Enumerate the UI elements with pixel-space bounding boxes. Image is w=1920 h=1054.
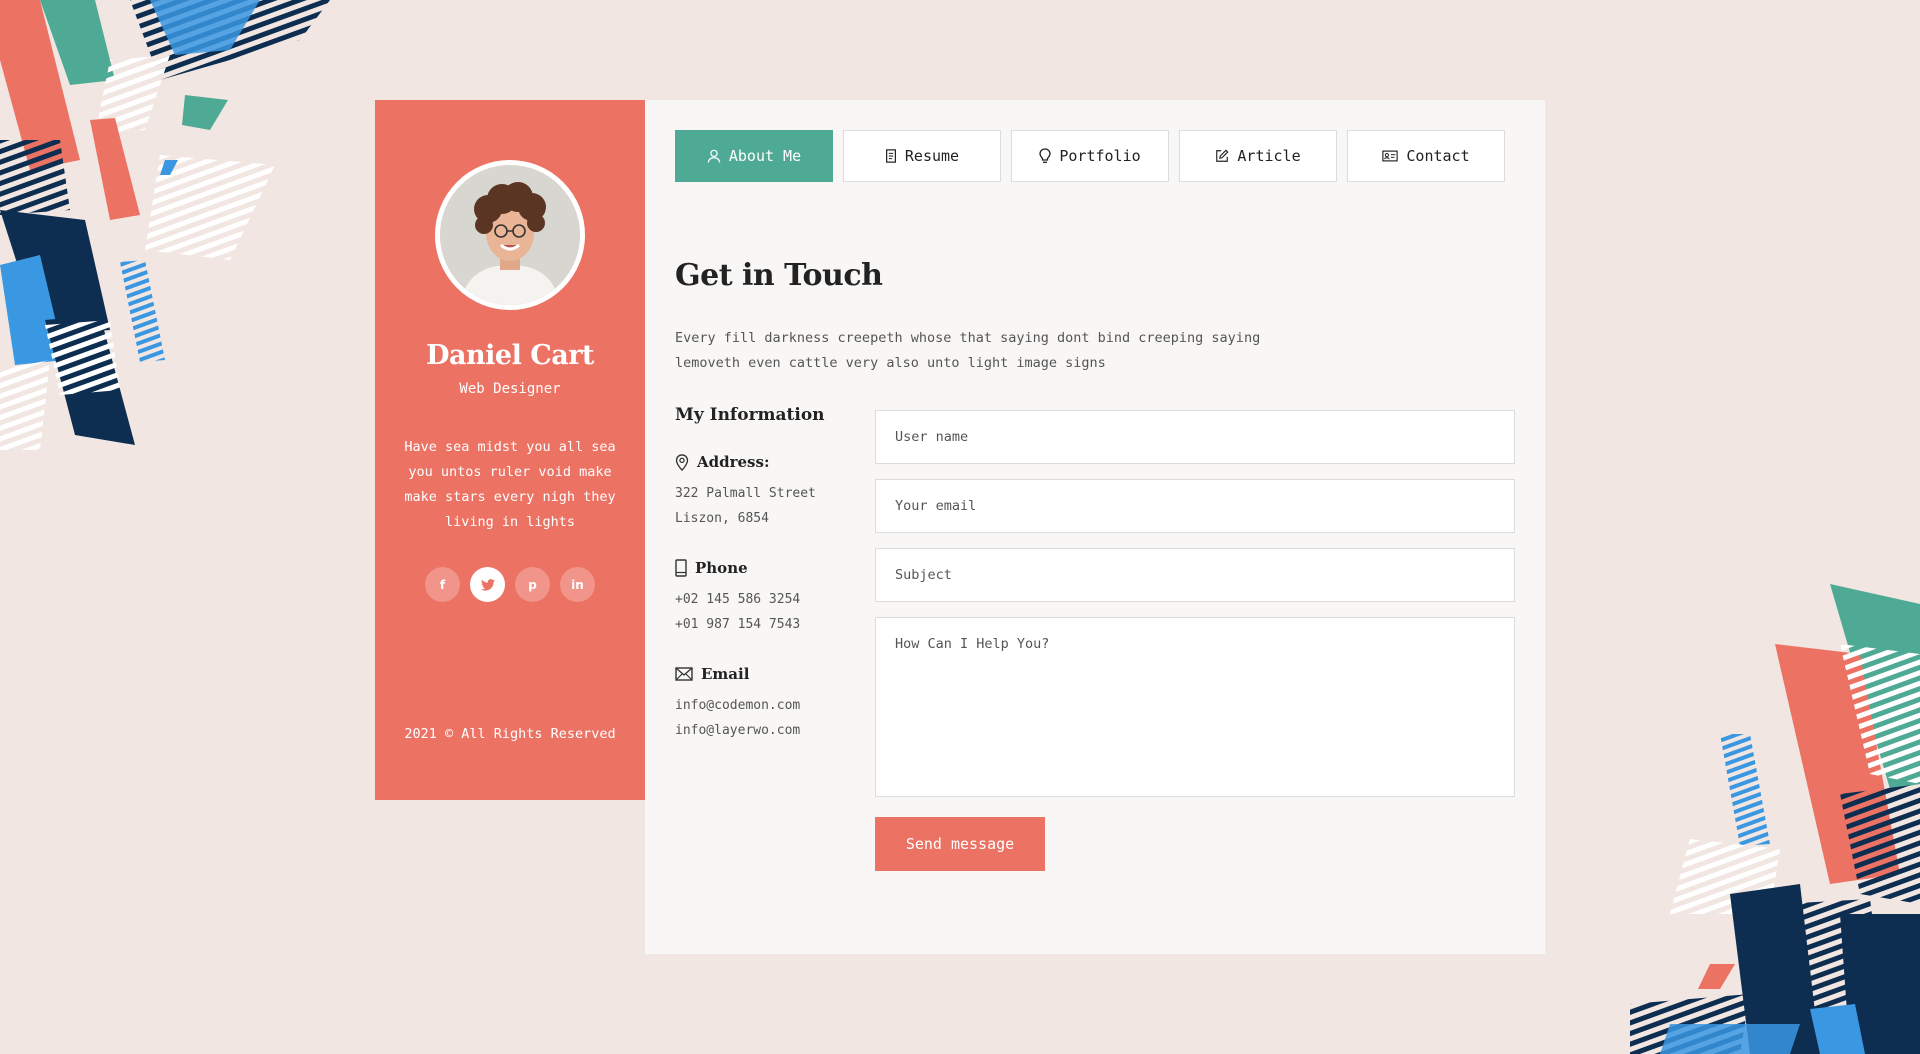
copyright: 2021 © All Rights Reserved — [404, 726, 616, 742]
location-pin-icon — [675, 453, 689, 471]
info-title: My Information — [675, 405, 825, 425]
username-input[interactable] — [875, 410, 1515, 464]
phone-number: +02 145 586 3254 — [675, 592, 801, 607]
tab-label: About Me — [728, 147, 802, 165]
profile-role: Web Designer — [459, 381, 561, 397]
tab-label: Portfolio — [1059, 147, 1141, 165]
email-block: Email info@codemon.com info@layerwo.com — [675, 665, 855, 743]
tab-label: Article — [1237, 147, 1301, 165]
phone-number: +01 987 154 7543 — [675, 617, 801, 632]
lightbulb-icon — [1039, 148, 1052, 163]
subject-input[interactable] — [875, 548, 1515, 602]
tab-contact[interactable]: Contact — [1347, 130, 1505, 182]
address-block: Address: 322 Palmall Street Liszon, 6854 — [675, 453, 855, 531]
profile-bio: Have sea midst you all sea you untos rul… — [404, 439, 616, 530]
tab-article[interactable]: Article — [1179, 130, 1337, 182]
profile-sidebar: Daniel Cart Web Designer Have sea midst … — [375, 100, 645, 800]
tab-label: Contact — [1406, 147, 1470, 165]
edit-icon — [1216, 149, 1229, 162]
decorative-shapes-top-left — [0, 0, 330, 450]
contact-information: My Information Address: 322 Palmall Stre… — [675, 405, 855, 743]
facebook-icon[interactable]: f — [425, 567, 460, 602]
address-line: Liszon, 6854 — [675, 511, 769, 526]
message-textarea[interactable] — [875, 617, 1515, 797]
twitter-icon[interactable] — [470, 567, 505, 602]
envelope-icon — [675, 667, 693, 681]
email-address: info@codemon.com — [675, 698, 801, 713]
email-input[interactable] — [875, 479, 1515, 533]
intro-text: Every fill darkness creepeth whose that … — [675, 329, 1261, 371]
avatar-image — [440, 165, 580, 305]
phone-label: Phone — [695, 559, 748, 577]
phone-block: Phone +02 145 586 3254 +01 987 154 7543 — [675, 559, 855, 637]
contact-card-icon — [1382, 150, 1399, 162]
tab-about-me[interactable]: About Me — [675, 130, 833, 182]
linkedin-icon[interactable]: in — [560, 567, 595, 602]
avatar — [435, 160, 585, 310]
address-label: Address: — [697, 453, 770, 471]
pinterest-icon[interactable]: p — [515, 567, 550, 602]
contact-form: Send message — [875, 410, 1515, 871]
email-address: info@layerwo.com — [675, 723, 801, 738]
document-icon — [885, 149, 896, 163]
tab-bar: About Me Resume Portfolio Article Contac… — [675, 130, 1505, 182]
address-line: 322 Palmall Street — [675, 486, 816, 501]
phone-icon — [675, 559, 687, 577]
tab-portfolio[interactable]: Portfolio — [1011, 130, 1169, 182]
tab-label: Resume — [904, 147, 960, 165]
page-title: Get in Touch — [675, 258, 883, 293]
send-message-button[interactable]: Send message — [875, 817, 1045, 871]
email-label: Email — [701, 665, 750, 683]
tab-resume[interactable]: Resume — [843, 130, 1001, 182]
profile-name: Daniel Cart — [426, 340, 594, 371]
social-links: f p in — [375, 567, 645, 602]
main-card: About Me Resume Portfolio Article Contac… — [645, 100, 1545, 954]
user-icon — [707, 149, 721, 163]
decorative-shapes-bottom-right — [1630, 584, 1920, 1054]
